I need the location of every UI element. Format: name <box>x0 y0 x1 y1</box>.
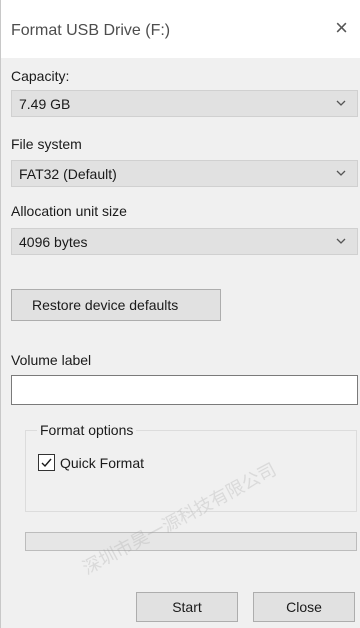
title-bar: Format USB Drive (F:) × <box>1 0 360 58</box>
quick-format-checkbox[interactable] <box>38 454 55 471</box>
format-options-group <box>25 430 357 512</box>
volume-label-caption: Volume label <box>11 352 92 368</box>
format-progress-bar <box>25 532 357 551</box>
format-options-legend: Format options <box>37 422 137 438</box>
quick-format-label[interactable]: Quick Format <box>60 455 144 471</box>
chevron-down-icon <box>336 170 346 176</box>
capacity-value: 7.49 GB <box>19 96 71 112</box>
chevron-down-icon <box>336 100 346 106</box>
restore-defaults-button[interactable]: Restore device defaults <box>11 289 221 321</box>
capacity-label: Capacity: <box>11 68 70 84</box>
capacity-select[interactable]: 7.49 GB <box>11 90 358 117</box>
format-dialog: Format USB Drive (F:) × Capacity: 7.49 G… <box>0 0 360 628</box>
volume-label-input[interactable] <box>11 375 358 405</box>
file-system-value: FAT32 (Default) <box>19 166 117 182</box>
file-system-label: File system <box>11 136 82 152</box>
checkmark-icon <box>41 458 52 468</box>
chevron-down-icon <box>336 238 346 244</box>
start-button[interactable]: Start <box>136 592 238 622</box>
close-button[interactable]: Close <box>253 592 355 622</box>
allocation-select[interactable]: 4096 bytes <box>11 228 358 255</box>
allocation-value: 4096 bytes <box>19 234 88 250</box>
close-icon[interactable]: × <box>335 17 348 39</box>
allocation-label: Allocation unit size <box>11 203 127 219</box>
dialog-title: Format USB Drive (F:) <box>11 22 171 39</box>
file-system-select[interactable]: FAT32 (Default) <box>11 160 358 187</box>
restore-defaults-label: Restore device defaults <box>32 297 179 313</box>
